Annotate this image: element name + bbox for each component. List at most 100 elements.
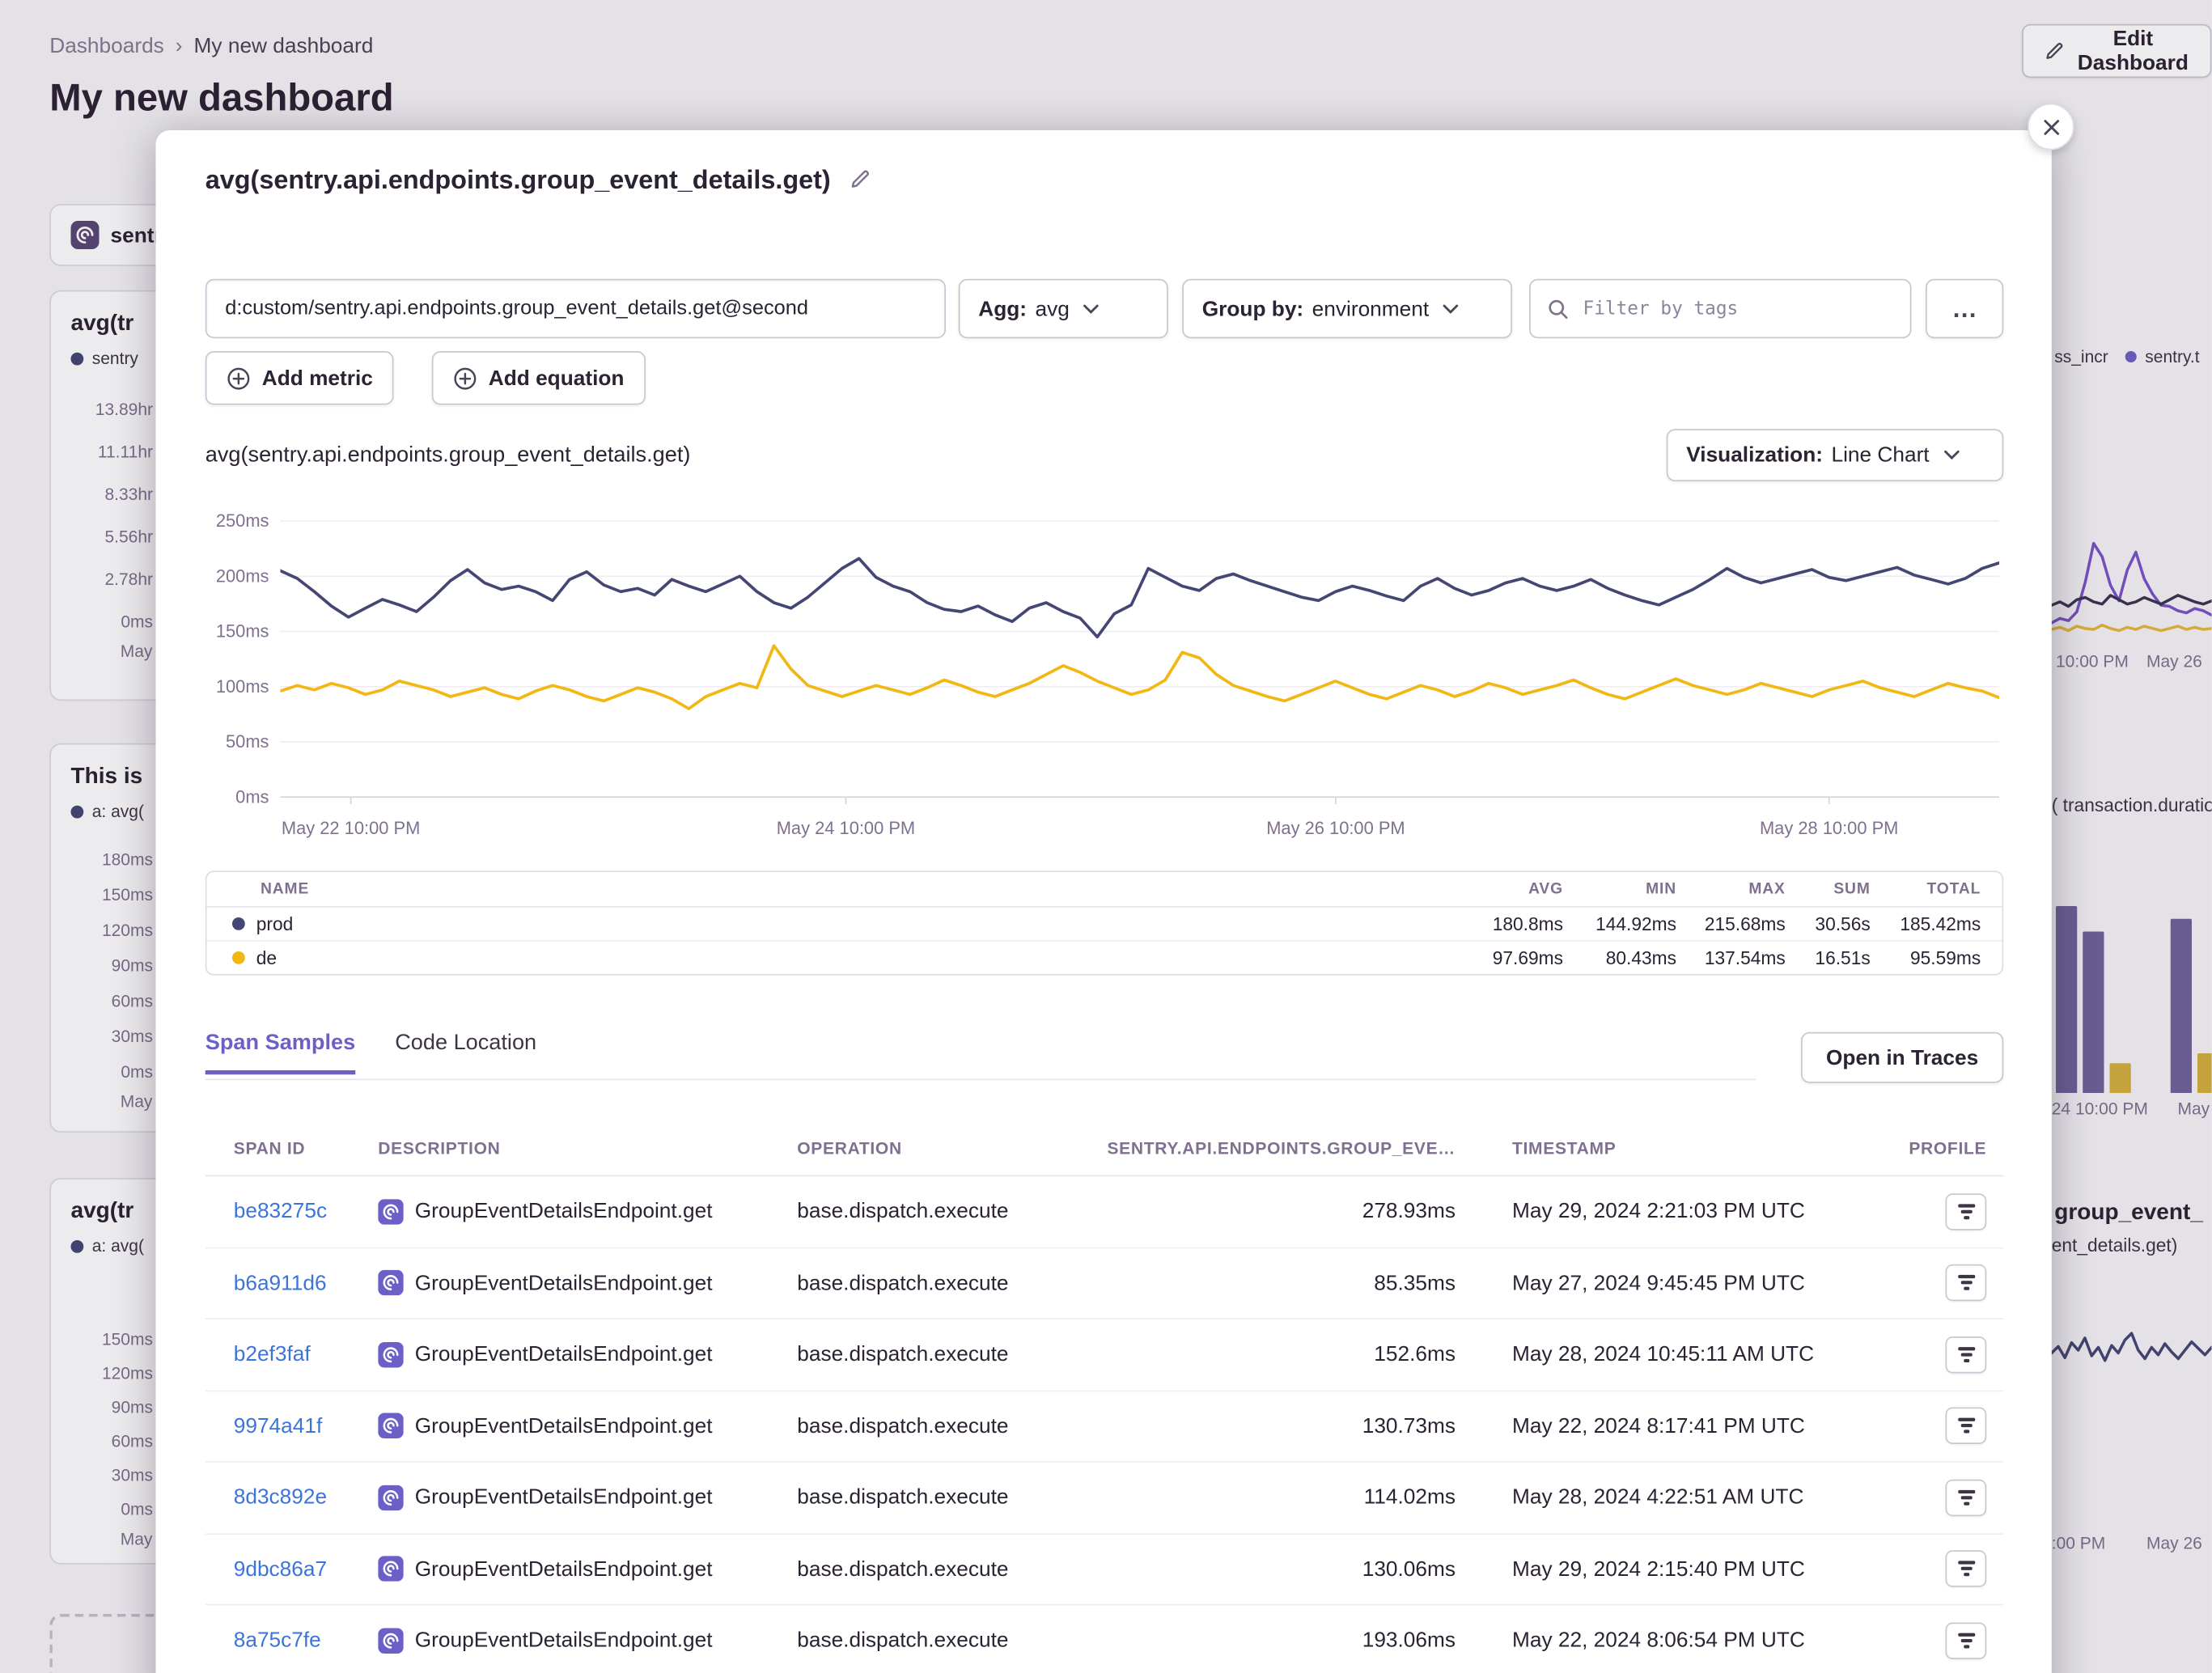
span-duration: 85.35ms (1087, 1271, 1456, 1295)
axis-label: May 26 10:00 PM (1266, 819, 1405, 839)
table-row: 9dbc86a7GroupEventDetailsEndpoint.getbas… (206, 1534, 2004, 1605)
span-timestamp: May 29, 2024 2:21:03 PM UTC (1456, 1200, 1895, 1224)
summary-value: 144.92ms (1563, 913, 1676, 934)
summary-value: 137.54ms (1676, 947, 1786, 968)
y-axis-labels: 250ms200ms150ms100ms50ms0ms (156, 513, 269, 807)
span-id-link[interactable]: b2ef3faf (234, 1342, 379, 1366)
span-timestamp: May 29, 2024 2:15:40 PM UTC (1456, 1557, 1895, 1582)
span-description: GroupEventDetailsEndpoint.get (378, 1557, 797, 1582)
aggregation-select[interactable]: Agg: avg (959, 279, 1168, 339)
axis-label: May 24 10:00 PM (777, 819, 915, 839)
span-id-link[interactable]: 9974a41f (234, 1414, 379, 1438)
sentry-icon (378, 1342, 404, 1368)
span-id-link[interactable]: 9dbc86a7 (234, 1557, 379, 1582)
table-row: be83275cGroupEventDetailsEndpoint.getbas… (206, 1176, 2004, 1247)
open-in-traces-button[interactable]: Open in Traces (1801, 1032, 2003, 1083)
span-operation: base.dispatch.execute (797, 1629, 1087, 1653)
span-description: GroupEventDetailsEndpoint.get (378, 1628, 797, 1654)
span-samples-table: SPAN ID DESCRIPTION OPERATION SENTRY.API… (206, 1121, 2004, 1673)
span-duration: 193.06ms (1087, 1629, 1456, 1653)
span-duration: 278.93ms (1087, 1200, 1456, 1224)
span-timestamp: May 28, 2024 4:22:51 AM UTC (1456, 1485, 1895, 1510)
span-operation: base.dispatch.execute (797, 1200, 1087, 1224)
span-timestamp: May 22, 2024 8:06:54 PM UTC (1456, 1629, 1895, 1653)
chart-series-label: avg(sentry.api.endpoints.group_event_det… (206, 443, 691, 469)
axis-label: May 28 10:00 PM (1760, 819, 1898, 839)
x-axis-labels: May 22 10:00 PM May 24 10:00 PM May 26 10:… (281, 819, 2000, 841)
tab-span-samples[interactable]: Span Samples (206, 1031, 355, 1074)
axis-label: 50ms (226, 734, 269, 752)
series-summary-table: NAME AVG MIN MAX SUM TOTAL prod180.8ms14… (206, 870, 2004, 976)
sentry-icon (378, 1628, 404, 1654)
profile-button[interactable] (1946, 1551, 1987, 1588)
span-timestamp: May 22, 2024 8:17:41 PM UTC (1456, 1414, 1895, 1438)
profile-button[interactable] (1946, 1264, 1987, 1302)
span-timestamp: May 28, 2024 10:45:11 AM UTC (1456, 1342, 1895, 1366)
sentry-icon (378, 1485, 404, 1510)
visualization-select[interactable]: Visualization: Line Chart (1667, 429, 2004, 481)
table-row: b6a911d6GroupEventDetailsEndpoint.getbas… (206, 1248, 2004, 1319)
legend-dot (232, 951, 245, 964)
chevron-down-icon (1083, 303, 1099, 313)
sentry-icon (378, 1557, 404, 1582)
plus-circle-icon (453, 366, 477, 390)
axis-label: 200ms (216, 568, 269, 587)
tag-filter-input[interactable] (1580, 297, 1893, 321)
span-description: GroupEventDetailsEndpoint.get (378, 1270, 797, 1296)
tag-filter (1529, 279, 1912, 339)
close-button[interactable] (2028, 104, 2074, 150)
samples-header-row: SPAN ID DESCRIPTION OPERATION SENTRY.API… (206, 1121, 2004, 1176)
profile-button[interactable] (1946, 1336, 1987, 1374)
axis-label: 100ms (216, 678, 269, 697)
sentry-icon (378, 1413, 404, 1439)
chevron-down-icon (1443, 303, 1459, 313)
tabs-divider (206, 1079, 1756, 1081)
profile-button[interactable] (1946, 1479, 1987, 1516)
span-description: GroupEventDetailsEndpoint.get (378, 1199, 797, 1225)
modal-title: avg(sentry.api.endpoints.group_event_det… (206, 164, 871, 196)
group-by-select[interactable]: Group by: environment (1182, 279, 1512, 339)
search-icon (1548, 298, 1569, 319)
profile-button[interactable] (1946, 1622, 1987, 1659)
span-id-link[interactable]: b6a911d6 (234, 1271, 379, 1295)
span-description: GroupEventDetailsEndpoint.get (378, 1342, 797, 1368)
metric-line-chart[interactable] (281, 498, 2000, 807)
span-operation: base.dispatch.execute (797, 1271, 1087, 1295)
axis-label: 0ms (235, 789, 269, 807)
summary-value: 180.8ms (1393, 913, 1563, 934)
profile-button[interactable] (1946, 1193, 1987, 1230)
plus-circle-icon (227, 366, 251, 390)
axis-label: 250ms (216, 513, 269, 532)
overflow-menu-button[interactable]: … (1926, 279, 2003, 339)
sentry-icon (378, 1199, 404, 1225)
summary-value: 215.68ms (1676, 913, 1786, 934)
axis-label: May 22 10:00 PM (282, 819, 420, 839)
summary-row: prod180.8ms144.92ms215.68ms30.56s185.42m… (207, 908, 2002, 940)
span-id-link[interactable]: be83275c (234, 1200, 379, 1224)
summary-row: de97.69ms80.43ms137.54ms16.51s95.59ms (207, 940, 2002, 974)
series-name: de (232, 947, 1393, 968)
table-row: 8a75c7feGroupEventDetailsEndpoint.getbas… (206, 1606, 2004, 1673)
add-equation-button[interactable]: Add equation (432, 351, 646, 405)
summary-value: 16.51s (1786, 947, 1871, 968)
summary-value: 97.69ms (1393, 947, 1563, 968)
span-duration: 130.73ms (1087, 1414, 1456, 1438)
tab-code-location[interactable]: Code Location (395, 1031, 536, 1074)
summary-value: 80.43ms (1563, 947, 1676, 968)
profile-button[interactable] (1946, 1408, 1987, 1445)
span-timestamp: May 27, 2024 9:45:45 PM UTC (1456, 1271, 1895, 1295)
table-row: b2ef3fafGroupEventDetailsEndpoint.getbas… (206, 1319, 2004, 1391)
summary-header-row: NAME AVG MIN MAX SUM TOTAL (207, 872, 2002, 908)
span-id-link[interactable]: 8a75c7fe (234, 1629, 379, 1653)
close-icon (2042, 118, 2059, 135)
add-metric-button[interactable]: Add metric (206, 351, 394, 405)
span-description: GroupEventDetailsEndpoint.get (378, 1413, 797, 1439)
edit-title-pencil-icon[interactable] (848, 168, 871, 191)
table-row: 8d3c892eGroupEventDetailsEndpoint.getbas… (206, 1463, 2004, 1534)
span-operation: base.dispatch.execute (797, 1342, 1087, 1366)
span-duration: 114.02ms (1087, 1485, 1456, 1510)
span-duration: 130.06ms (1087, 1557, 1456, 1582)
span-id-link[interactable]: 8d3c892e (234, 1485, 379, 1510)
metric-query-input[interactable] (206, 279, 946, 339)
sentry-icon (378, 1270, 404, 1296)
